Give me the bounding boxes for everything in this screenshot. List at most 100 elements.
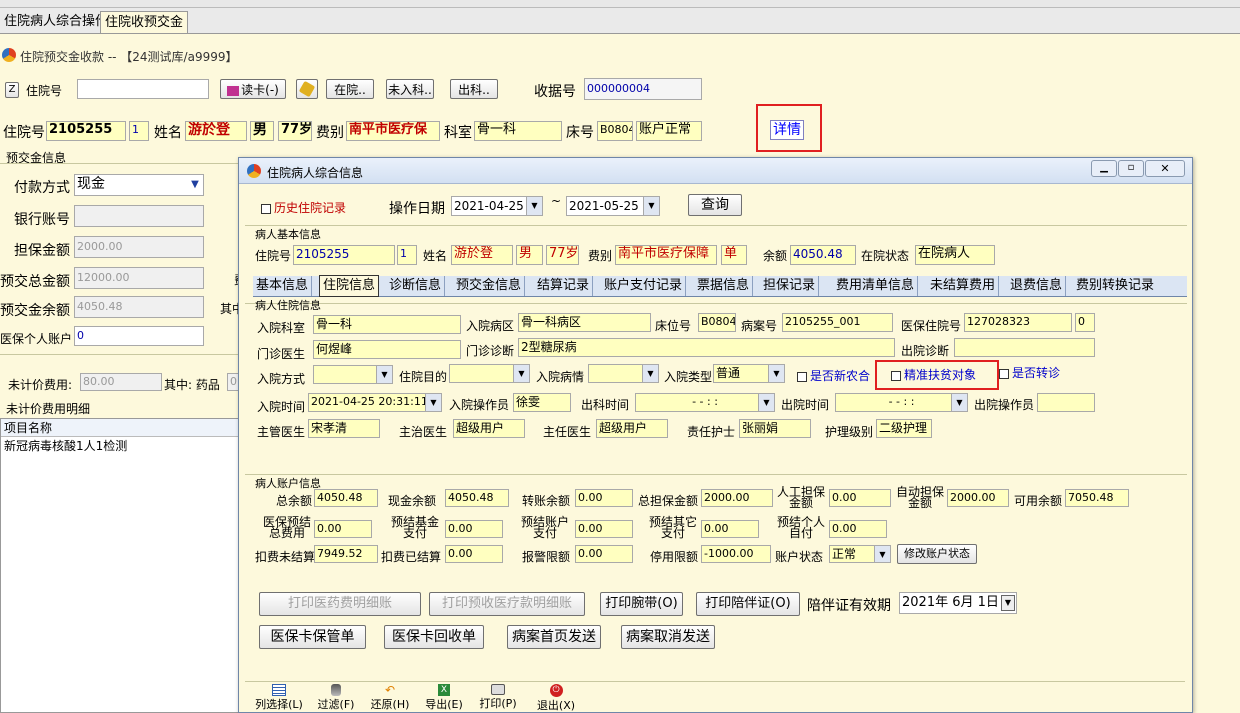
zdbje-label: 总担保金额 xyxy=(638,494,699,508)
tilde: ~ xyxy=(551,194,562,208)
xnh-checkbox[interactable]: 是否新农合 xyxy=(797,367,870,384)
tab-invoice[interactable]: 票据信息 xyxy=(694,276,754,296)
kfyjs: 0.00 xyxy=(445,545,503,563)
in-hospital-button[interactable]: 在院.. xyxy=(326,79,374,99)
read-card-button[interactable]: 读卡(-) xyxy=(220,79,286,99)
tab-fee-list[interactable]: 费用清单信息 xyxy=(833,276,919,296)
clear-button[interactable] xyxy=(296,79,318,99)
basic-section-title: 病人基本信息 xyxy=(255,228,321,241)
yb-card-return-button[interactable]: 医保卡回收单 xyxy=(384,625,484,649)
modify-account-status-button[interactable]: 修改账户状态 xyxy=(897,544,977,564)
export-button[interactable]: X 导出(E) xyxy=(419,684,469,712)
fkfs-select[interactable]: 现金 ▼ xyxy=(74,174,204,196)
chevron-down-icon: ▼ xyxy=(643,197,659,215)
yhzh-field xyxy=(74,205,204,227)
rymd-label: 住院目的 xyxy=(399,370,448,384)
exit-button[interactable]: ⏻ 退出(X) xyxy=(531,684,581,713)
filter-button[interactable]: 过滤(F) xyxy=(311,684,361,712)
rgdb: 0.00 xyxy=(829,489,891,507)
doc-tab-prepay[interactable]: 住院收预交金 xyxy=(100,11,189,33)
cysj-picker[interactable]: - - : : ▼ xyxy=(835,393,968,412)
zyh-search-input[interactable] xyxy=(77,79,209,99)
b-ye: 4050.48 xyxy=(790,245,856,265)
tab-account-pay[interactable]: 账户支付记录 xyxy=(601,276,687,296)
tyxe: -1000.00 xyxy=(701,545,771,563)
print-prepay-detail-button[interactable]: 打印预收医疗款明细账 xyxy=(429,592,585,616)
yjjj: 0.00 xyxy=(445,520,503,538)
column-select-button[interactable]: 列选择(L) xyxy=(251,684,307,712)
b-dan: 单 xyxy=(721,245,747,265)
restore-button[interactable]: ↶ 还原(H) xyxy=(365,684,415,712)
z-button[interactable]: Z xyxy=(5,82,19,98)
tab-fee-type-change[interactable]: 费别转换记录 xyxy=(1073,276,1157,296)
print-drug-detail-button[interactable]: 打印医药费明细账 xyxy=(259,592,421,616)
tab-settlement[interactable]: 结算记录 xyxy=(534,276,594,296)
print-wristband-button[interactable]: 打印腕带(O) xyxy=(600,592,683,616)
rylx-select[interactable]: 普通 ▼ xyxy=(713,364,785,383)
yb-card-keep-button[interactable]: 医保卡保管单 xyxy=(259,625,366,649)
rybq2-select[interactable]: ▼ xyxy=(588,364,659,383)
rycz: 徐雯 xyxy=(513,393,571,412)
zyh-search-label: 住院号 xyxy=(26,84,63,98)
table-row[interactable]: 新冠病毒核酸1人1检测 xyxy=(1,437,241,455)
zhzt-select[interactable]: 正常 ▼ xyxy=(829,545,891,563)
bottom-toolbar: 列选择(L) 过滤(F) ↶ 还原(H) X 导出(E) 打印(P) ⏻ 退出(… xyxy=(245,681,1185,713)
cyzd-label: 出院诊断 xyxy=(901,344,950,358)
date-to-picker[interactable]: 2021-05-25 ▼ xyxy=(566,196,660,216)
yjzh-label: 预结账户支付 xyxy=(520,515,569,540)
unbilled-col-header: 项目名称 xyxy=(1,419,241,437)
zzys: 超级用户 xyxy=(453,419,525,438)
history-checkbox[interactable]: 历史住院记录 xyxy=(261,199,346,216)
minimize-button[interactable]: ▁ xyxy=(1091,160,1117,177)
yhzh-label: 银行账号 xyxy=(14,212,70,228)
tab-guarantee[interactable]: 担保记录 xyxy=(760,276,820,296)
hljb-label: 护理级别 xyxy=(825,425,874,439)
tab-inpatient[interactable]: 住院信息 xyxy=(319,275,380,297)
escort-date-picker[interactable]: 2021年 6月 1日 ▼ xyxy=(899,592,1017,614)
maximize-button[interactable]: ▫ xyxy=(1118,160,1144,177)
doc-tab-inpatient-ops[interactable]: 住院病人综合操作 xyxy=(0,12,112,32)
ryfs-select[interactable]: ▼ xyxy=(313,365,393,384)
zrys-label: 主任医生 xyxy=(543,425,592,439)
cksj-picker[interactable]: - - : : ▼ xyxy=(635,393,775,412)
close-button[interactable]: ✕ xyxy=(1145,160,1185,177)
record-send-button[interactable]: 病案首页发送 xyxy=(507,625,601,649)
b-zt: 在院病人 xyxy=(915,245,995,265)
pb-bed: B0804 xyxy=(597,121,633,141)
tab-diagnosis[interactable]: 诊断信息 xyxy=(386,276,446,296)
discharged-dept-button[interactable]: 出科.. xyxy=(450,79,498,99)
chevron-down-icon: ▼ xyxy=(425,394,441,411)
rybq2-label: 入院病情 xyxy=(536,370,585,384)
not-admitted-button[interactable]: 未入科.. xyxy=(386,79,434,99)
query-button[interactable]: 查询 xyxy=(688,194,742,216)
zye-label: 总余额 xyxy=(276,494,313,508)
kyye-label: 可用余额 xyxy=(1014,494,1063,508)
dbje-field: 2000.00 xyxy=(74,236,204,258)
jzfp-checkbox[interactable]: 精准扶贫对象 xyxy=(891,366,976,383)
pb-sex: 男 xyxy=(250,121,274,141)
b-name: 游於登 xyxy=(451,245,513,265)
record-cancel-send-button[interactable]: 病案取消发送 xyxy=(621,625,715,649)
cycz xyxy=(1037,393,1095,412)
checkbox-icon xyxy=(797,371,807,382)
print-escort-button[interactable]: 打印陪伴证(O) xyxy=(696,592,800,616)
print-button[interactable]: 打印(P) xyxy=(473,684,523,711)
rymd-select[interactable]: ▼ xyxy=(449,364,530,383)
detail-link[interactable]: 详情 xyxy=(770,120,804,140)
date-from-picker[interactable]: 2021-04-25 ▼ xyxy=(451,196,543,216)
tab-basic[interactable]: 基本信息 xyxy=(253,276,313,296)
rysj-label: 入院时间 xyxy=(257,400,306,414)
cwh: B0804 xyxy=(698,313,736,332)
xjye-label: 现金余额 xyxy=(388,494,437,508)
tab-prepay[interactable]: 预交金信息 xyxy=(453,276,526,296)
app-icon xyxy=(2,48,16,62)
chevron-down-icon: ▼ xyxy=(758,394,774,411)
checkbox-icon xyxy=(261,203,271,214)
rysj-picker[interactable]: 2021-04-25 20:31:11 ▼ xyxy=(308,393,442,412)
zgys-label: 主管医生 xyxy=(257,425,306,439)
chevron-down-icon: ▼ xyxy=(768,365,784,382)
tab-unsettled[interactable]: 未结算费用 xyxy=(927,276,1000,296)
mzzd: 2型糖尿病 xyxy=(518,338,895,357)
tab-refund[interactable]: 退费信息 xyxy=(1007,276,1067,296)
zz-checkbox[interactable]: 是否转诊 xyxy=(999,364,1060,381)
